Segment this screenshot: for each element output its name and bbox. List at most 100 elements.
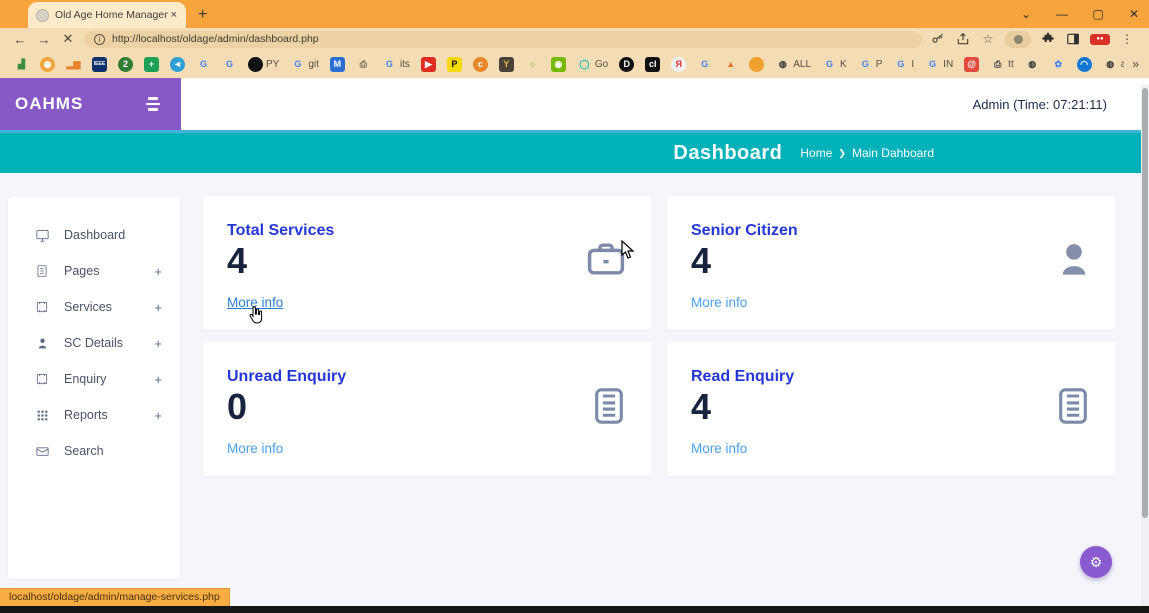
plus-icon[interactable]: + bbox=[154, 372, 162, 387]
bookmark-bird-orange-icon[interactable] bbox=[749, 57, 764, 72]
clipboard-icon bbox=[1055, 386, 1091, 431]
more-info-link[interactable]: More info bbox=[691, 295, 747, 310]
url-text[interactable]: http://localhost/oldage/admin/dashboard.… bbox=[112, 33, 319, 45]
google-icon: G bbox=[290, 57, 305, 72]
sidebar-item-pages[interactable]: Pages + bbox=[8, 253, 180, 289]
bookmark-github-icon[interactable]: PY bbox=[248, 57, 279, 72]
vertical-scrollbar[interactable] bbox=[1141, 85, 1149, 606]
profile-avatar[interactable] bbox=[1005, 31, 1031, 48]
bookmark-globe-icon[interactable]: ◍ad bbox=[1103, 57, 1125, 72]
maximize-button[interactable]: ▢ bbox=[1091, 7, 1105, 21]
bookmark-matlab-icon[interactable]: ▲ bbox=[723, 57, 738, 72]
bookmark-camera-orange-icon[interactable]: c bbox=[473, 57, 488, 72]
bookmark-circle-blue-icon[interactable]: ◠ bbox=[1077, 57, 1092, 72]
mail-red-icon: @ bbox=[964, 57, 979, 72]
google-icon: G bbox=[222, 57, 237, 72]
github-icon bbox=[248, 57, 263, 72]
forward-icon[interactable]: → bbox=[32, 32, 56, 47]
bookmark-ieee-navy-icon[interactable]: IEEE bbox=[92, 57, 107, 72]
bookmark-globe-icon[interactable]: ◍ bbox=[1025, 57, 1040, 72]
chrome-menu-dots-icon[interactable]: ⋮ bbox=[1119, 31, 1135, 47]
bookmark-printer-dark-icon[interactable]: ⎙tt bbox=[990, 57, 1014, 72]
minimize-button[interactable]: — bbox=[1055, 7, 1069, 21]
bookmark-duck-black-icon[interactable]: D bbox=[619, 57, 634, 72]
ieee-navy-icon: IEEE bbox=[92, 57, 107, 72]
extensions-puzzle-icon[interactable] bbox=[1040, 31, 1056, 47]
browser-tab[interactable]: Old Age Home Management Sys × bbox=[28, 2, 186, 28]
close-button[interactable]: ✕ bbox=[1127, 7, 1141, 21]
sidebar-item-reports[interactable]: Reports + bbox=[8, 397, 180, 433]
bookmark-label: PY bbox=[266, 59, 279, 70]
bookmark-nvidia-icon[interactable]: ◉ bbox=[551, 57, 566, 72]
share-icon[interactable] bbox=[955, 31, 971, 47]
bookmarks-overflow-icon[interactable]: » bbox=[1132, 57, 1139, 71]
tab-close-icon[interactable]: × bbox=[168, 9, 180, 21]
password-key-icon[interactable] bbox=[930, 31, 946, 47]
bookmark-star-icon[interactable]: ☆ bbox=[980, 31, 996, 47]
person-icon bbox=[34, 335, 50, 351]
bookmark-youtube-icon[interactable]: ▶ bbox=[421, 57, 436, 72]
bookmark-telegram-icon[interactable]: ◄ bbox=[170, 57, 185, 72]
trophy-dark-icon: Y bbox=[499, 57, 514, 72]
bookmark-p-yellow-icon[interactable]: P bbox=[447, 57, 462, 72]
mail-blue-icon: M bbox=[330, 57, 345, 72]
sidebar-item-sc-details[interactable]: SC Details + bbox=[8, 325, 180, 361]
stop-icon[interactable]: ✕ bbox=[56, 31, 80, 47]
settings-fab-button[interactable]: ⚙ bbox=[1080, 546, 1112, 578]
chrome-menu-chevron-icon[interactable]: ⌄ bbox=[1019, 7, 1033, 21]
bookmark-yandex-icon[interactable]: Я bbox=[671, 57, 686, 72]
bookmark-analytics-green-icon[interactable]: ▟ bbox=[14, 57, 29, 72]
more-info-link[interactable]: More info bbox=[227, 441, 283, 456]
bookmark-go-teal-icon[interactable]: ◯Go bbox=[577, 57, 608, 72]
brand-logo[interactable]: OAHMS bbox=[15, 94, 83, 114]
bookmarks-bar: ▟◉▂▆IEEE2+◄GGPYGgitM⎙Gits▶PcY○◉◯GoDclЯG▲… bbox=[0, 50, 1149, 78]
bookmark-google-icon[interactable]: GI bbox=[893, 57, 914, 72]
bookmark-cl-black-icon[interactable]: cl bbox=[645, 57, 660, 72]
globe-icon: ◍ bbox=[775, 57, 790, 72]
breadcrumb-home[interactable]: Home bbox=[800, 146, 832, 160]
sidebar-item-search[interactable]: Search bbox=[8, 433, 180, 469]
bookmark-google-icon[interactable]: G bbox=[222, 57, 237, 72]
youtube-icon: ▶ bbox=[421, 57, 436, 72]
bookmark-photos-icon[interactable]: ✿ bbox=[1051, 57, 1066, 72]
bookmark-coin-orange-icon[interactable]: ◉ bbox=[40, 57, 55, 72]
bookmark-globe-icon[interactable]: ◍ALL bbox=[775, 57, 811, 72]
bird-orange-icon bbox=[749, 57, 764, 72]
bookmark-trophy-dark-icon[interactable]: Y bbox=[499, 57, 514, 72]
bookmark-google-icon[interactable]: GK bbox=[822, 57, 847, 72]
sidebar-item-services[interactable]: Services + bbox=[8, 289, 180, 325]
plus-icon[interactable]: + bbox=[154, 264, 162, 279]
bookmark-google-icon[interactable]: G bbox=[697, 57, 712, 72]
bookmark-google-icon[interactable]: GP bbox=[858, 57, 883, 72]
bookmark-printer-icon[interactable]: ⎙ bbox=[356, 57, 371, 72]
plus-icon[interactable]: + bbox=[154, 300, 162, 315]
scrollbar-thumb[interactable] bbox=[1142, 88, 1148, 518]
admin-time-status: Admin (Time: 07:21:11) bbox=[973, 97, 1107, 112]
hamburger-menu-icon[interactable] bbox=[145, 97, 161, 111]
side-panel-icon[interactable] bbox=[1065, 31, 1081, 47]
site-info-icon[interactable]: i bbox=[94, 34, 105, 45]
bookmark-google-icon[interactable]: GIN bbox=[925, 57, 953, 72]
bookmark-google-icon[interactable]: Gits bbox=[382, 57, 410, 72]
bookmark-bars-orange-icon[interactable]: ▂▆ bbox=[66, 57, 81, 72]
grid-icon bbox=[34, 407, 50, 423]
plus-icon[interactable]: + bbox=[154, 336, 162, 351]
bookmark-two-green-icon[interactable]: 2 bbox=[118, 57, 133, 72]
bookmark-mail-red-icon[interactable]: @ bbox=[964, 57, 979, 72]
bookmark-mail-blue-icon[interactable]: M bbox=[330, 57, 345, 72]
bookmark-google-icon[interactable]: Ggit bbox=[290, 57, 319, 72]
globe-icon: ◍ bbox=[1025, 57, 1040, 72]
extension-badge-icon[interactable]: ●● bbox=[1090, 34, 1110, 45]
back-icon[interactable]: ← bbox=[8, 32, 32, 47]
plus-icon[interactable]: + bbox=[154, 408, 162, 423]
bookmark-sheets-green-icon[interactable]: + bbox=[144, 57, 159, 72]
bookmark-label: I bbox=[911, 59, 914, 70]
more-info-link[interactable]: More info bbox=[227, 295, 283, 310]
bookmark-google-icon[interactable]: G bbox=[196, 57, 211, 72]
more-info-link[interactable]: More info bbox=[691, 441, 747, 456]
sidebar-item-dashboard[interactable]: Dashboard bbox=[8, 217, 180, 253]
bookmark-ring-green-icon[interactable]: ○ bbox=[525, 57, 540, 72]
sidebar-item-enquiry[interactable]: Enquiry + bbox=[8, 361, 180, 397]
new-tab-button[interactable]: + bbox=[198, 6, 207, 24]
address-bar[interactable]: i http://localhost/oldage/admin/dashboar… bbox=[84, 31, 922, 48]
